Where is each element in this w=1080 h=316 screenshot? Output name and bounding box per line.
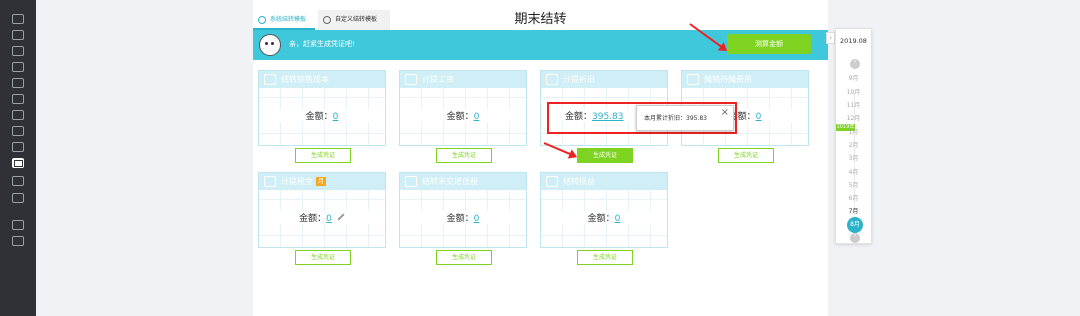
amount-value[interactable]: 0 <box>756 112 762 122</box>
month-item[interactable]: 3月 <box>836 153 871 162</box>
left-nav-rail <box>0 0 36 316</box>
month-item-selected[interactable]: 8月 <box>847 217 863 233</box>
month-item[interactable]: 10月 <box>836 87 871 96</box>
generate-voucher-button[interactable]: 生成凭证 <box>436 250 492 265</box>
chart-icon[interactable] <box>12 46 24 56</box>
card-title: 结转未交增值税 <box>422 177 478 186</box>
vat-icon <box>405 176 417 187</box>
edit-icon[interactable] <box>337 213 345 221</box>
generate-voucher-button[interactable]: 生成凭证 <box>718 148 774 163</box>
month-item[interactable]: 11月 <box>836 100 871 109</box>
report-icon[interactable] <box>12 78 24 88</box>
app-window: 系统结转模板 自定义结转模板 期末结转 亲，赶紧生成凭证吧! 测算金额 结转销售… <box>0 0 1080 316</box>
card-title-text: 计提税金 <box>281 177 313 186</box>
page-title: 期末结转 <box>514 12 567 27</box>
card-title: 计提折旧 <box>563 75 595 84</box>
card-cost-of-sales: 结转销售成本 金额：0 <box>258 70 386 146</box>
undo-icon[interactable] <box>12 236 24 246</box>
amount-label: 金额： <box>446 112 474 122</box>
month-item[interactable]: 9月 <box>836 73 871 82</box>
month-item[interactable]: 5月 <box>836 180 871 189</box>
month-item[interactable]: 12月 <box>836 113 871 122</box>
ledger-icon[interactable] <box>12 62 24 72</box>
period-selector: 2019.08 ˄ 9月 10月 11月 12月 2019年 1月 2月 3月 … <box>835 28 872 244</box>
generate-voucher-button[interactable]: 生成凭证 <box>295 148 351 163</box>
add-icon[interactable] <box>12 30 24 40</box>
amount-value[interactable]: 0 <box>615 214 621 224</box>
tax-icon[interactable] <box>12 176 24 186</box>
settings-small-icon[interactable] <box>12 142 24 152</box>
card-header: 计提工资 <box>400 71 526 88</box>
amount-value[interactable]: 0 <box>333 112 339 122</box>
amount-label: 金额： <box>446 214 474 224</box>
card-title: 计提工资 <box>422 75 454 84</box>
card-header: 计提折旧 <box>541 71 667 88</box>
card-header: 计提税金月 <box>259 173 385 190</box>
generate-voucher-button[interactable]: 生成凭证 <box>295 250 351 265</box>
amount-value[interactable]: 0 <box>474 214 480 224</box>
month-item[interactable]: 6月 <box>836 193 871 202</box>
payroll-icon <box>405 74 417 85</box>
scroll-down-icon[interactable]: ˅ <box>850 233 860 243</box>
tooltip-text: 本月累计折旧：395.83 <box>644 115 707 122</box>
amount-value[interactable]: 0 <box>474 112 480 122</box>
amount-row: 金额：0 <box>400 109 526 122</box>
month-item[interactable]: 7月 <box>836 206 871 215</box>
card-title: 结转销售成本 <box>281 75 329 84</box>
month-item[interactable]: 1月 <box>836 127 871 136</box>
calculate-amount-button[interactable]: 测算金额 <box>727 34 811 54</box>
mascot-icon <box>259 34 281 56</box>
amount-label: 金额： <box>305 112 333 122</box>
card-title: 计提税金月 <box>281 176 327 187</box>
month-item[interactable]: 4月 <box>836 167 871 176</box>
assets-icon[interactable] <box>12 94 24 104</box>
profit-loss-icon <box>546 176 558 187</box>
scroll-up-icon[interactable]: ˄ <box>850 59 860 69</box>
card-header: 摊销待摊费用 <box>682 71 808 88</box>
tax-card-icon <box>264 176 276 187</box>
generate-voucher-button[interactable]: 生成凭证 <box>577 250 633 265</box>
card-header: 结转销售成本 <box>259 71 385 88</box>
closing-icon[interactable] <box>12 158 24 168</box>
cost-icon <box>264 74 276 85</box>
main-panel: 系统结转模板 自定义结转模板 期末结转 亲，赶紧生成凭证吧! 测算金额 结转销售… <box>253 0 828 316</box>
card-vat-transfer: 结转未交增值税 金额：0 <box>399 172 527 248</box>
amount-row: 金额：0 <box>259 109 385 122</box>
amortization-icon <box>687 74 699 85</box>
card-payroll: 计提工资 金额：0 <box>399 70 527 146</box>
settings-icon[interactable] <box>12 193 24 203</box>
export-icon[interactable] <box>12 220 24 230</box>
amount-label: 金额： <box>587 214 615 224</box>
card-header: 结转损益 <box>541 173 667 190</box>
month-badge: 月 <box>316 177 327 186</box>
card-header: 结转未交增值税 <box>400 173 526 190</box>
generate-voucher-button[interactable]: 生成凭证 <box>436 148 492 163</box>
card-tax-accrual: 计提税金月 金额：0 <box>258 172 386 248</box>
amount-row: 金额：0 <box>541 211 667 224</box>
info-banner: 亲，赶紧生成凭证吧! 测算金额 <box>253 30 828 60</box>
amount-label: 金额： <box>299 214 327 224</box>
amount-row: 金额：0 <box>400 211 526 224</box>
card-title: 结转损益 <box>563 177 595 186</box>
menu-icon[interactable] <box>12 14 24 24</box>
invoice-icon[interactable] <box>12 110 24 120</box>
collapse-panel-toggle[interactable]: › <box>826 32 835 44</box>
card-profit-loss: 结转损益 金额：0 <box>540 172 668 248</box>
month-item[interactable]: 2月 <box>836 140 871 149</box>
cash-icon[interactable] <box>12 126 24 136</box>
card-title: 摊销待摊费用 <box>704 75 752 84</box>
amount-value[interactable]: 0 <box>326 214 332 224</box>
depreciation-tooltip: 本月累计折旧：395.83 × <box>636 105 734 131</box>
generate-voucher-button-active[interactable]: 生成凭证 <box>577 148 633 163</box>
amount-row: 金额：0 <box>259 211 385 224</box>
close-icon[interactable]: × <box>721 100 729 126</box>
banner-message: 亲，赶紧生成凭证吧! <box>289 40 355 48</box>
current-period: 2019.08 <box>840 37 867 45</box>
depreciation-icon <box>546 74 558 85</box>
